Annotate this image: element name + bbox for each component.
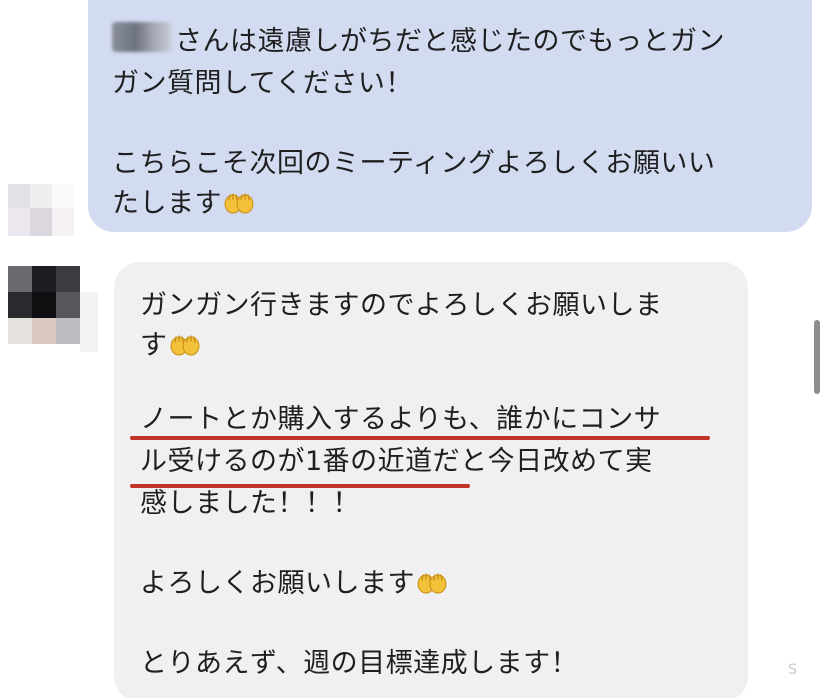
- scrollbar-thumb[interactable]: [814, 320, 820, 394]
- palms-up-together-icon: [417, 573, 447, 594]
- recv-line-1: ガンガン行きますのでよろしくお願いしま: [140, 290, 663, 321]
- recv-line-3: ノートとか購入するよりも、誰かにコンサ: [140, 404, 662, 435]
- red-underline-1: [130, 436, 710, 440]
- sent-line-1: さんは遠慮しがちだと感じたのでもっとガン: [175, 26, 725, 57]
- recv-line-2: す: [140, 328, 200, 364]
- sent-line-4: たします: [112, 186, 254, 222]
- recv-line-2-text: す: [140, 330, 168, 361]
- palms-up-together-icon: [224, 193, 254, 214]
- sent-line-4-text: たします: [112, 188, 222, 219]
- corner-watermark: S: [788, 662, 797, 678]
- sent-line-3: こちらこそ次回のミーティングよろしくお願いい: [112, 148, 716, 179]
- recv-line-7: とりあえず、週の目標達成します！: [140, 648, 579, 679]
- blurred-sender-name: [112, 22, 172, 52]
- received-message-bubble[interactable]: [114, 262, 748, 698]
- recv-line-5: 感しました！！！: [140, 488, 360, 519]
- recv-line-6: よろしくお願いします: [140, 566, 447, 602]
- recv-line-4: ル受けるのが1番の近道だと今日改めて実: [140, 446, 653, 477]
- recv-line-6-text: よろしくお願いします: [140, 568, 415, 599]
- palms-up-together-icon: [170, 335, 199, 356]
- sent-line-2: ガン質問してください！: [112, 68, 413, 99]
